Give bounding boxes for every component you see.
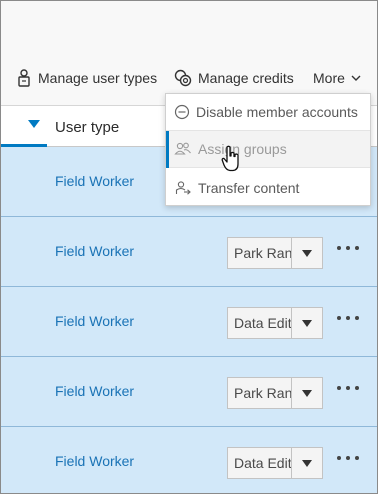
table-row: Field Worker Data Editor xyxy=(1,427,377,493)
dot xyxy=(355,316,359,320)
group-icon xyxy=(174,142,191,155)
user-type-link[interactable]: Field Worker xyxy=(55,383,134,399)
role-select[interactable]: Park Ranger xyxy=(227,377,323,409)
table-row: Field Worker Park Ranger xyxy=(1,357,377,427)
menu-item-transfer-content[interactable]: Transfer content xyxy=(166,169,370,206)
sort-descending-icon xyxy=(28,120,40,128)
role-select[interactable]: Park Ranger xyxy=(227,237,323,269)
dot xyxy=(346,386,350,390)
triangle-down-icon xyxy=(302,389,312,397)
row-actions-button[interactable] xyxy=(337,381,359,395)
manage-credits-label: Manage credits xyxy=(198,70,294,86)
table-row: Field Worker Data Editor xyxy=(1,287,377,357)
table-row: Field Worker Park Ranger xyxy=(1,217,377,287)
more-menu-button[interactable]: More xyxy=(313,67,361,89)
role-select[interactable]: Data Editor xyxy=(227,447,323,479)
manage-credits-button[interactable]: Manage credits xyxy=(174,67,294,89)
dot xyxy=(346,246,350,250)
menu-item-assign-groups[interactable]: Assign groups xyxy=(166,131,370,168)
user-type-link[interactable]: Field Worker xyxy=(55,243,134,259)
dot xyxy=(355,386,359,390)
dot xyxy=(337,386,341,390)
dot xyxy=(337,456,341,460)
role-select-toggle[interactable] xyxy=(291,378,322,408)
role-select-value: Park Ranger xyxy=(234,245,291,261)
dot xyxy=(337,316,341,320)
row-actions-button[interactable] xyxy=(337,311,359,325)
menu-item-label: Assign groups xyxy=(198,141,287,157)
column-header-user-type[interactable]: User type xyxy=(55,119,119,136)
manage-user-types-button[interactable]: Manage user types xyxy=(16,67,157,89)
role-select-toggle[interactable] xyxy=(291,238,322,268)
role-select-value: Park Ranger xyxy=(234,385,291,401)
toolbar: Manage user types Manage credits More xyxy=(1,1,377,105)
more-dropdown-menu: Disable member accounts Assign groups Tr… xyxy=(165,93,371,206)
triangle-down-icon xyxy=(302,459,312,467)
user-badge-icon xyxy=(18,69,30,87)
row-actions-button[interactable] xyxy=(337,241,359,255)
role-select-toggle[interactable] xyxy=(291,308,322,338)
role-select-value: Data Editor xyxy=(234,455,291,471)
transfer-user-icon xyxy=(175,180,191,195)
credits-icon xyxy=(174,69,192,87)
dot xyxy=(355,456,359,460)
role-select-toggle[interactable] xyxy=(291,448,322,478)
user-type-link[interactable]: Field Worker xyxy=(55,173,134,189)
row-actions-button[interactable] xyxy=(337,451,359,465)
dot xyxy=(355,246,359,250)
chevron-down-icon xyxy=(351,75,361,81)
dot xyxy=(337,246,341,250)
user-type-link[interactable]: Field Worker xyxy=(55,313,134,329)
menu-item-label: Disable member accounts xyxy=(196,104,358,120)
app-frame: Manage user types Manage credits More Us… xyxy=(0,0,378,494)
user-type-link[interactable]: Field Worker xyxy=(55,453,134,469)
sort-toggle[interactable] xyxy=(1,106,47,147)
role-select[interactable]: Data Editor xyxy=(227,307,323,339)
role-select-value: Data Editor xyxy=(234,315,291,331)
minus-circle-icon xyxy=(174,104,190,120)
dot xyxy=(346,456,350,460)
menu-item-disable-member-accounts[interactable]: Disable member accounts xyxy=(166,94,370,131)
more-label: More xyxy=(313,70,345,86)
triangle-down-icon xyxy=(302,319,312,327)
dot xyxy=(346,316,350,320)
manage-user-types-label: Manage user types xyxy=(38,70,158,86)
menu-item-label: Transfer content xyxy=(198,179,300,196)
triangle-down-icon xyxy=(302,249,312,257)
hand-cursor-icon xyxy=(221,145,239,172)
